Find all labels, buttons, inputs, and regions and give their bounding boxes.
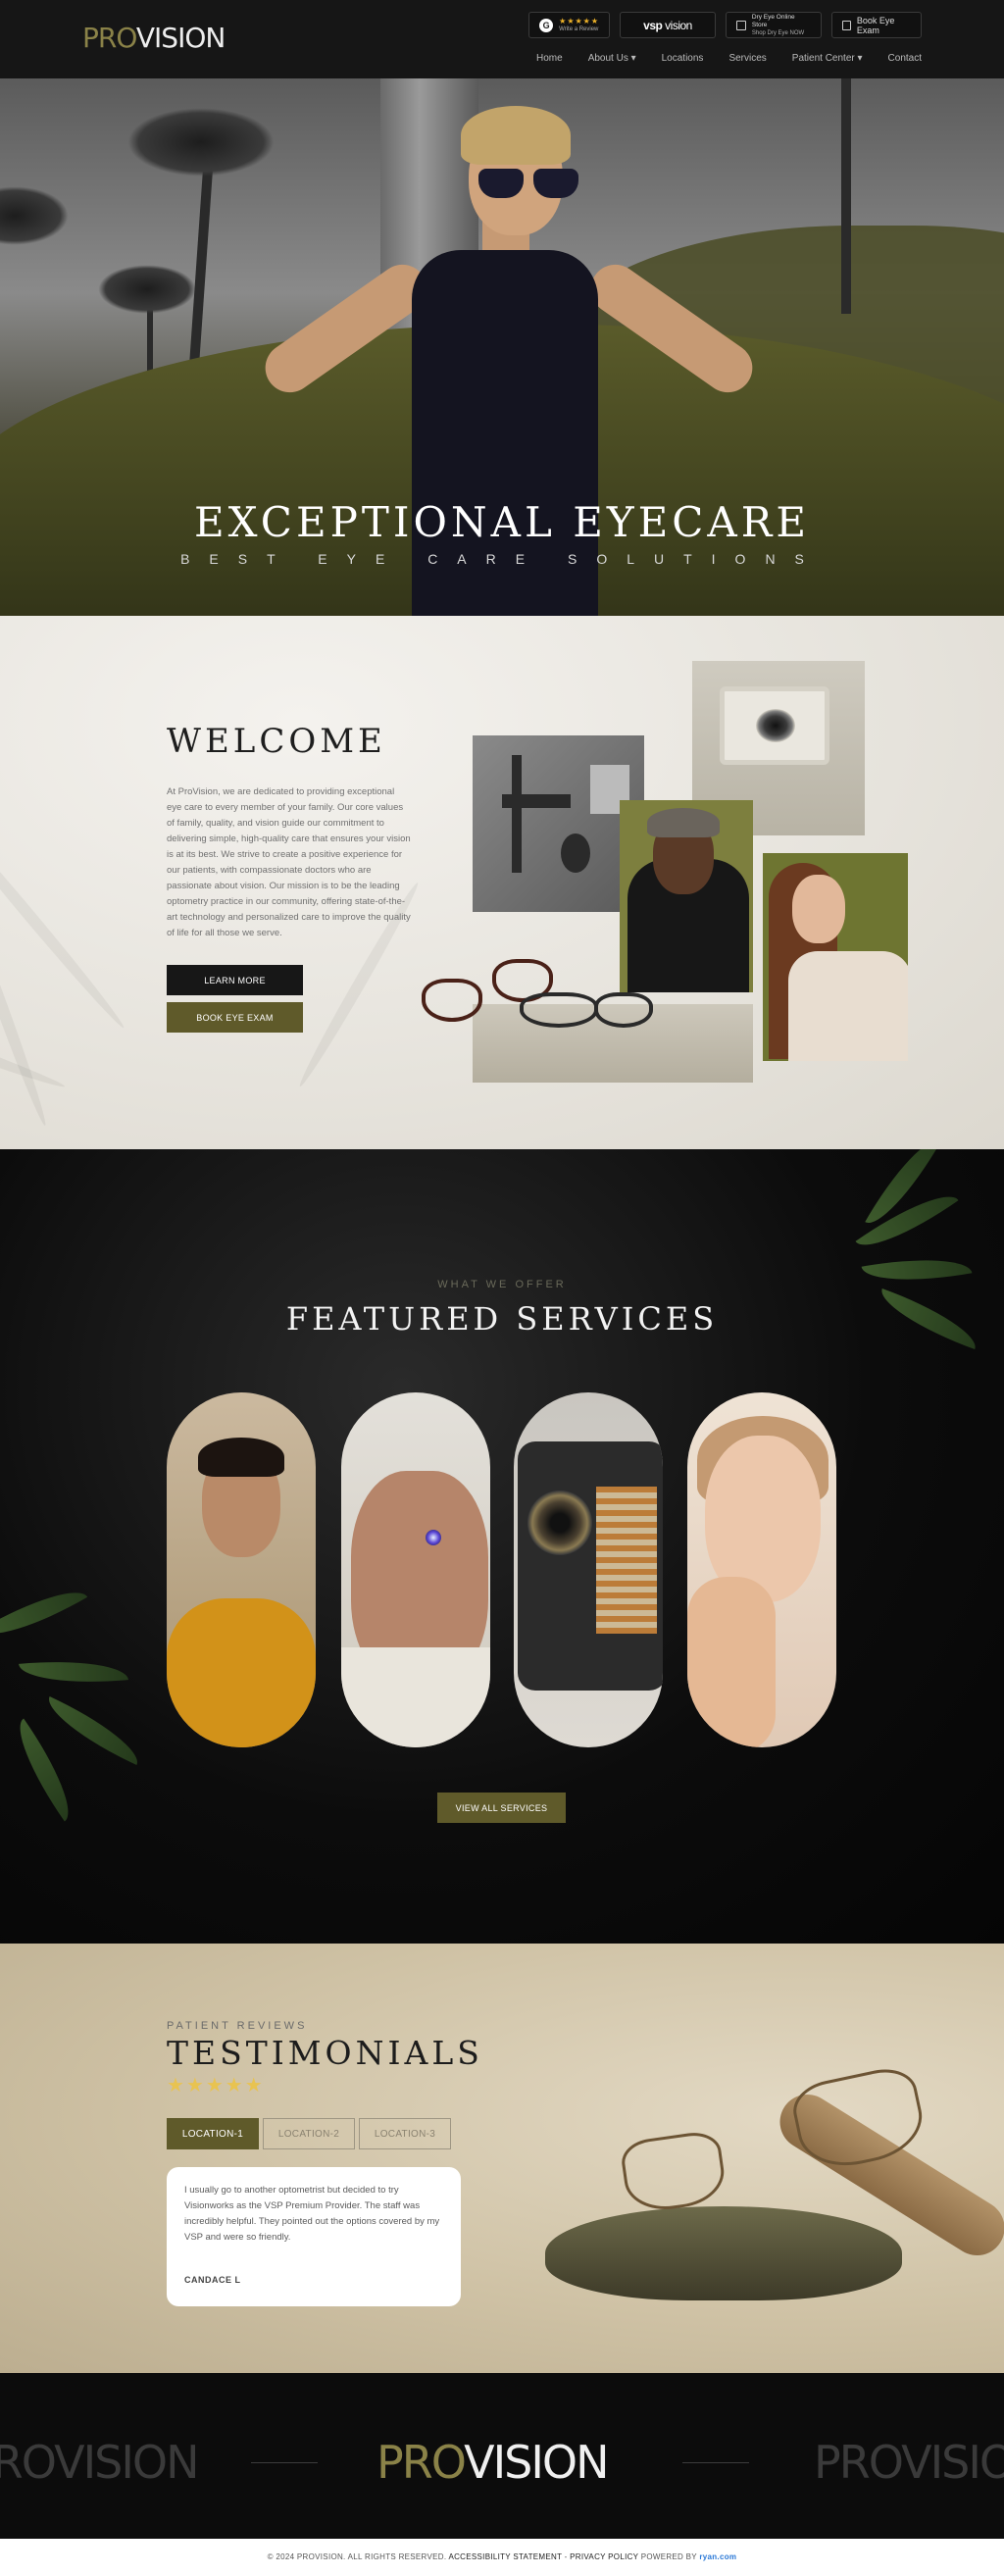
review-label: Write a Review [559,26,599,32]
palm-leaf [2,1718,86,1822]
site-logo[interactable]: PROVISION [82,22,226,55]
nav-home[interactable]: Home [524,53,576,64]
book-eye-exam-label: Book Eye Exam [856,15,895,35]
vsp-logo: vsp vision [643,19,692,32]
store-icon [736,20,746,30]
tab-location-3[interactable]: LOCATION-3 [359,2118,451,2149]
hero-model-hair [461,106,571,165]
dry-eye-store-badge[interactable]: Dry Eye Online Store Shop Dry Eye NOW [726,12,822,38]
hero-section: EXCEPTIONAL EYECARE BEST EYE CARE SOLUTI… [0,78,1004,616]
nav-services[interactable]: Services [716,53,778,64]
link-separator: - [562,2552,571,2561]
footer-logo-pro: PRO [0,2436,56,2489]
testimonials-section: PATIENT REVIEWS TESTIMONIALS ★★★★★ LOCAT… [0,1944,1004,2373]
learn-more-button[interactable]: LEARN MORE [167,965,303,995]
site-header: PROVISION G ★★★★★ Write a Review vsp vis… [0,0,1004,78]
footer-logo-vision: VISION [54,2436,199,2489]
footer-divider [682,2462,749,2463]
footer-logo-pro: PRO [376,2436,466,2489]
nav-locations[interactable]: Locations [649,53,717,64]
welcome-section: WELCOME At ProVision, we are dedicated t… [0,616,1004,1149]
footer-logo-pro: PRO [814,2436,903,2489]
palm-leaf [19,1654,128,1690]
book-eye-exam-button[interactable]: Book Eye Exam [831,12,922,38]
collage-woman-photo [763,853,908,1061]
service-card-eye-exam[interactable] [341,1392,490,1747]
google-g-icon: G [539,18,554,32]
header-badges: G ★★★★★ Write a Review vsp vision Dry Ey… [528,12,922,38]
service-card-eyeglasses[interactable] [167,1392,316,1747]
hero-palm-trunk-2 [841,78,851,314]
hero-palm-crown [127,108,275,177]
vsp-bold: vsp [643,18,663,32]
rating-stars: ★★★★★ [167,2075,265,2096]
nav-patient-center[interactable]: Patient Center ▾ [779,53,876,64]
footer-logo-faded-left: PROVISION [0,2436,200,2489]
footer-logo-vision: VISION [901,2436,1004,2489]
leaf-shadow [0,798,128,1032]
privacy-policy-link[interactable]: PRIVACY POLICY [570,2552,638,2561]
service-card-diagnostics[interactable] [514,1392,663,1747]
nav-contact[interactable]: Contact [876,53,922,64]
nav-about-us[interactable]: About Us ▾ [576,53,649,64]
logo-pro: PRO [82,22,137,54]
book-eye-exam-welcome-button[interactable]: BOOK EYE EXAM [167,1002,303,1033]
testimonials-title: TESTIMONIALS [167,2034,483,2072]
hero-title: EXCEPTIONAL EYECARE [193,498,811,546]
hero-subtitle: BEST EYE CARE SOLUTIONS [180,551,824,567]
hero-model-sunglasses [478,169,588,198]
store-line1: Dry Eye Online Store [751,13,795,28]
testimonial-card: I usually go to another optometrist but … [167,2167,461,2306]
tortoise-eyeglasses [422,959,653,1037]
footer-logo-faded-right: PROVISION [814,2438,1004,2487]
tab-location-1[interactable]: LOCATION-1 [167,2118,259,2149]
view-all-services-button[interactable]: VIEW ALL SERVICES [437,1793,566,1823]
powered-by-brand-link[interactable]: ryan.com [699,2552,736,2561]
footer-divider [251,2462,318,2463]
testimonial-author: CANDACE L [184,2275,241,2285]
service-card-contact-lenses[interactable] [687,1392,836,1747]
footer-logo[interactable]: PROVISION [376,2436,610,2489]
review-stars: ★★★★★ [559,17,599,25]
palm-leaf [38,1695,148,1766]
page: PROVISION G ★★★★★ Write a Review vsp vis… [0,0,1004,2576]
copyright-bar: © 2024 PROVISION. ALL RIGHTS RESERVED. A… [0,2539,1004,2576]
services-title: FEATURED SERVICES [285,1300,719,1338]
calendar-icon [842,20,851,30]
welcome-body: At ProVision, we are dedicated to provid… [167,786,411,938]
machine-screen [720,686,829,765]
collage-exam-room-photo [473,735,644,912]
accessibility-statement-link[interactable]: ACCESSIBILITY STATEMENT [448,2552,562,2561]
footer-logo-band: PROVISION PROVISION PROVISION [0,2373,1004,2539]
copyright-text: © 2024 PROVISION. ALL RIGHTS RESERVED. [267,2552,447,2561]
services-eyebrow: WHAT WE OFFER [437,1279,567,1290]
welcome-title: WELCOME [167,722,386,761]
wire-eyeglasses-lens-left [619,2129,728,2215]
palm-leaf [0,1575,88,1651]
hero-palm-crown-3 [0,186,69,245]
vsp-light: vision [662,18,692,32]
review-badge[interactable]: G ★★★★★ Write a Review [528,12,610,38]
footer-logo-vision: VISION [464,2436,609,2489]
testimonials-eyebrow: PATIENT REVIEWS [167,2020,308,2032]
main-nav: Home About Us ▾ Locations Services Patie… [524,53,922,64]
vsp-vision-badge[interactable]: vsp vision [620,12,716,38]
powered-by-label: POWERED BY [640,2552,697,2561]
store-line2: Shop Dry Eye NOW [751,29,805,36]
logo-vision: VISION [135,22,226,54]
tab-location-2[interactable]: LOCATION-2 [263,2118,355,2149]
hero-palm-crown-2 [98,265,196,314]
testimonial-quote: I usually go to another optometrist but … [184,2185,440,2243]
featured-services-section: WHAT WE OFFER FEATURED SERVICES VIEW ALL… [0,1149,1004,1944]
decor-stone [545,2206,902,2300]
